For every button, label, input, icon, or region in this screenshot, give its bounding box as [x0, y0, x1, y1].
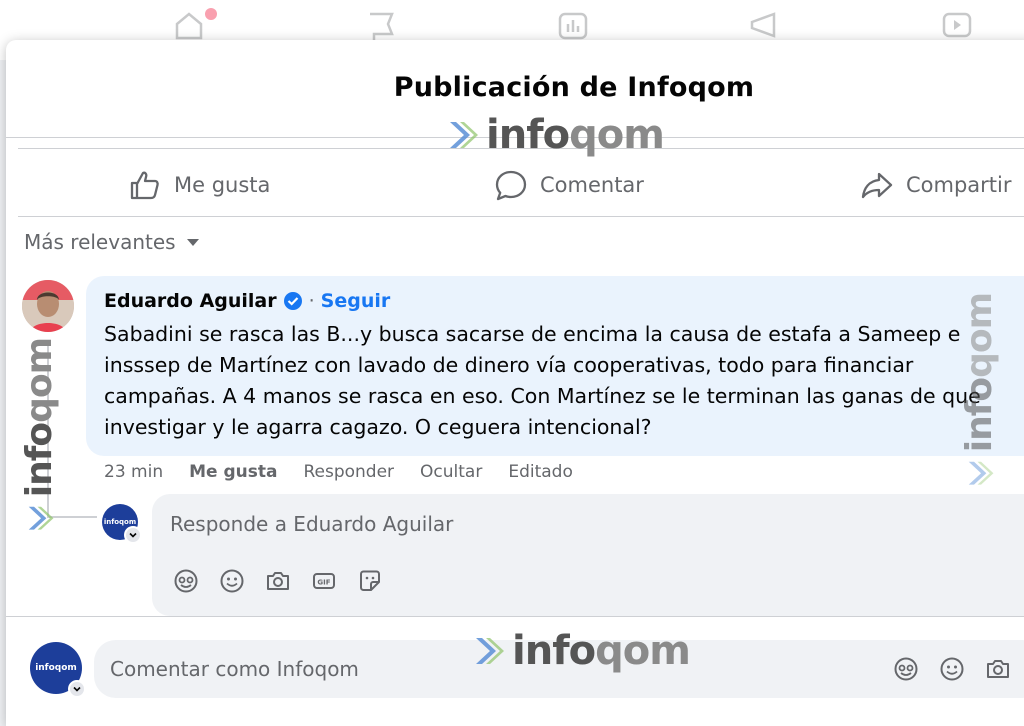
camera-icon[interactable]	[264, 567, 292, 595]
flag-icon	[370, 12, 394, 40]
sticker-icon[interactable]	[356, 567, 384, 595]
actions-divider-bottom	[18, 216, 1024, 217]
comment-author[interactable]: Eduardo Aguilar	[104, 290, 277, 312]
megaphone-icon	[750, 12, 776, 38]
composer-divider	[6, 616, 1024, 617]
share-button[interactable]: Compartir	[860, 165, 1012, 205]
sort-dropdown[interactable]: Más relevantes	[24, 230, 202, 254]
comment-line: insssep de Martínez con lavado de dinero…	[104, 353, 914, 377]
comment-timestamp[interactable]: 23 min	[104, 462, 163, 482]
title-divider	[6, 137, 1024, 138]
reply-input[interactable]	[170, 509, 870, 539]
comment-line: investigar y le agarra cagazo. O ceguera…	[104, 415, 652, 439]
comment-hide-button[interactable]: Ocultar	[420, 462, 482, 482]
thread-connector	[47, 516, 97, 518]
avatar-sticker-icon[interactable]	[892, 655, 920, 683]
home-icon	[175, 12, 203, 40]
gif-icon[interactable]: GIF	[310, 567, 338, 595]
chevron-down-icon	[68, 680, 86, 698]
page-avatar-label: infoqom	[103, 518, 137, 526]
commenter-avatar[interactable]	[22, 280, 74, 332]
modal-title: Publicación de Infoqom	[393, 72, 755, 103]
share-arrow-icon	[861, 172, 893, 199]
comment-header: Eduardo Aguilar · Seguir	[104, 290, 390, 312]
emoji-icon[interactable]	[218, 567, 246, 595]
page-avatar-small[interactable]: infoqom	[102, 504, 142, 544]
sort-label: Más relevantes	[24, 230, 176, 254]
thumbs-up-icon	[130, 171, 159, 200]
comment-line: campañas. A 4 manos se rasca en eso. Con…	[104, 384, 981, 408]
comment-bubble-icon	[495, 170, 527, 201]
comment-meta: 23 min Me gusta Responder Ocultar Editad…	[104, 462, 573, 482]
caret-down-icon	[186, 239, 199, 246]
svg-text:GIF: GIF	[317, 579, 330, 587]
follow-separator: ·	[308, 290, 315, 312]
notification-dot	[205, 8, 217, 20]
comment-reply-button[interactable]: Responder	[303, 462, 394, 482]
like-button[interactable]: Me gusta	[128, 165, 270, 205]
comment-button[interactable]: Comentar	[494, 165, 644, 205]
avatar-sticker-icon[interactable]	[172, 567, 200, 595]
page-avatar-label: infoqom	[35, 663, 77, 673]
comment-edited-label[interactable]: Editado	[508, 462, 573, 482]
chevron-down-icon	[124, 526, 142, 544]
emoji-icon[interactable]	[938, 655, 966, 683]
page-avatar[interactable]: infoqom	[30, 642, 86, 698]
share-label: Compartir	[906, 173, 1012, 197]
actions-divider-top	[18, 148, 1024, 149]
camera-icon[interactable]	[984, 655, 1012, 683]
verified-badge-icon	[283, 292, 302, 310]
thread-line	[47, 340, 49, 518]
comment-body: Sabadini se rasca las B...y busca sacars…	[104, 319, 1024, 443]
comment-label: Comentar	[540, 173, 644, 197]
person-photo	[22, 280, 74, 332]
comment-like-button[interactable]: Me gusta	[189, 462, 277, 482]
follow-button[interactable]: Seguir	[321, 290, 391, 312]
comment-line: Sabadini se rasca las B...y busca sacars…	[104, 322, 961, 346]
like-label: Me gusta	[174, 173, 271, 197]
comment-input[interactable]	[110, 654, 760, 684]
video-icon	[942, 12, 972, 38]
post-modal: Publicación de Infoqom Me gusta Comentar…	[6, 40, 1024, 726]
chart-icon	[558, 12, 588, 40]
